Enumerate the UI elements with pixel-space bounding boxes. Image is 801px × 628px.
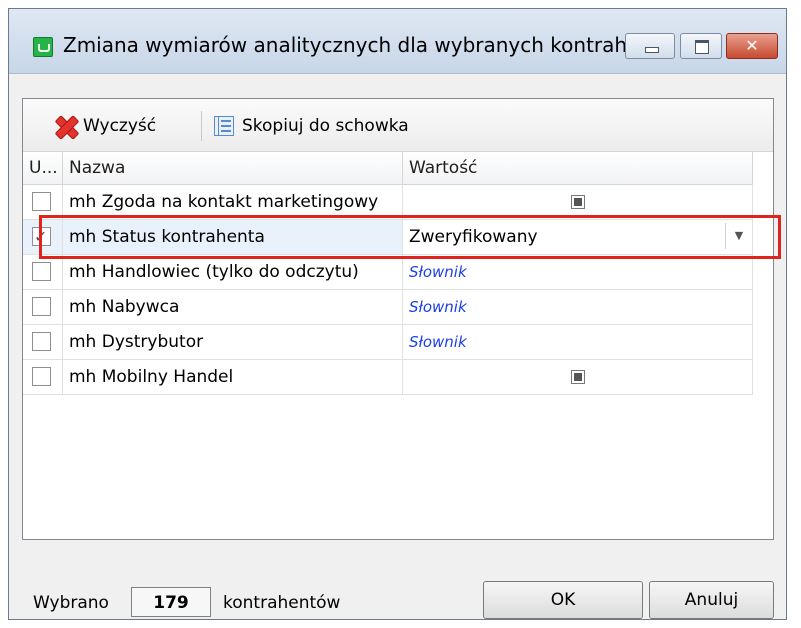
close-icon: ✕	[745, 36, 759, 55]
row-checkbox[interactable]	[32, 297, 51, 316]
column-header-u[interactable]: U...	[23, 152, 63, 184]
app-basket-icon	[33, 37, 53, 57]
row-value: Słownik	[403, 255, 753, 289]
maximize-icon	[695, 40, 709, 54]
slownik-link[interactable]: Słownik	[409, 263, 467, 281]
highlight-box	[39, 215, 781, 259]
row-name: mh Handlowiec (tylko do odczytu)	[63, 255, 403, 289]
value-checkbox-icon[interactable]	[571, 195, 585, 209]
table-row[interactable]: mh Mobilny Handel	[23, 360, 753, 395]
row-name: mh Dystrybutor	[63, 325, 403, 359]
clear-x-icon	[53, 113, 79, 139]
row-value[interactable]	[403, 360, 753, 394]
cancel-button[interactable]: Anuluj	[649, 581, 774, 619]
value-checkbox-icon[interactable]	[571, 370, 585, 384]
row-cell-u	[23, 325, 63, 359]
minimize-button[interactable]	[625, 33, 675, 59]
column-header-nazwa[interactable]: Nazwa	[63, 152, 403, 184]
window-title: Zmiana wymiarów analitycznych dla wybran…	[63, 33, 647, 57]
row-value: Słownik	[403, 290, 753, 324]
toolbar: Wyczyść Skopiuj do schowka	[23, 99, 773, 152]
column-header-wartosc[interactable]: Wartość	[403, 152, 753, 184]
row-checkbox[interactable]	[32, 262, 51, 281]
row-cell-u	[23, 185, 63, 219]
selected-suffix-label: kontrahentów	[223, 593, 341, 613]
copy-to-clipboard-button[interactable]: Skopiuj do schowka	[214, 113, 409, 139]
table-row[interactable]: mh Dystrybutor Słownik	[23, 325, 753, 360]
dialog-window: Zmiana wymiarów analitycznych dla wybran…	[8, 8, 787, 620]
row-name: mh Mobilny Handel	[63, 360, 403, 394]
clear-button[interactable]: Wyczyść	[53, 113, 156, 139]
table-row[interactable]: mh Nabywca Słownik	[23, 290, 753, 325]
row-value[interactable]	[403, 185, 753, 219]
row-cell-u	[23, 255, 63, 289]
selected-label: Wybrano	[33, 593, 109, 613]
row-checkbox[interactable]	[32, 192, 51, 211]
row-cell-u	[23, 360, 63, 394]
row-name: mh Nabywca	[63, 290, 403, 324]
row-name: mh Zgoda na kontakt marketingowy	[63, 185, 403, 219]
close-button[interactable]: ✕	[726, 33, 778, 59]
clear-label: Wyczyść	[83, 116, 157, 136]
slownik-link[interactable]: Słownik	[409, 298, 467, 316]
row-checkbox[interactable]	[32, 332, 51, 351]
copy-label: Skopiuj do schowka	[242, 116, 409, 136]
table-row[interactable]: mh Handlowiec (tylko do odczytu) Słownik	[23, 255, 753, 290]
status-bar: Wybrano 179 kontrahentów OK Anuluj	[9, 579, 786, 619]
title-bar[interactable]: Zmiana wymiarów analitycznych dla wybran…	[9, 9, 786, 74]
row-cell-u	[23, 290, 63, 324]
minimize-icon	[645, 47, 659, 53]
row-checkbox[interactable]	[32, 367, 51, 386]
slownik-link[interactable]: Słownik	[409, 333, 467, 351]
maximize-button[interactable]	[680, 33, 722, 59]
toolbar-separator	[201, 111, 202, 141]
dimensions-panel: Wyczyść Skopiuj do schowka U... Nazwa Wa…	[22, 98, 774, 540]
selected-count: 179	[131, 587, 211, 617]
grid-header: U... Nazwa Wartość	[23, 152, 753, 185]
clipboard-icon	[214, 116, 234, 136]
row-value: Słownik	[403, 325, 753, 359]
ok-button[interactable]: OK	[483, 581, 643, 619]
